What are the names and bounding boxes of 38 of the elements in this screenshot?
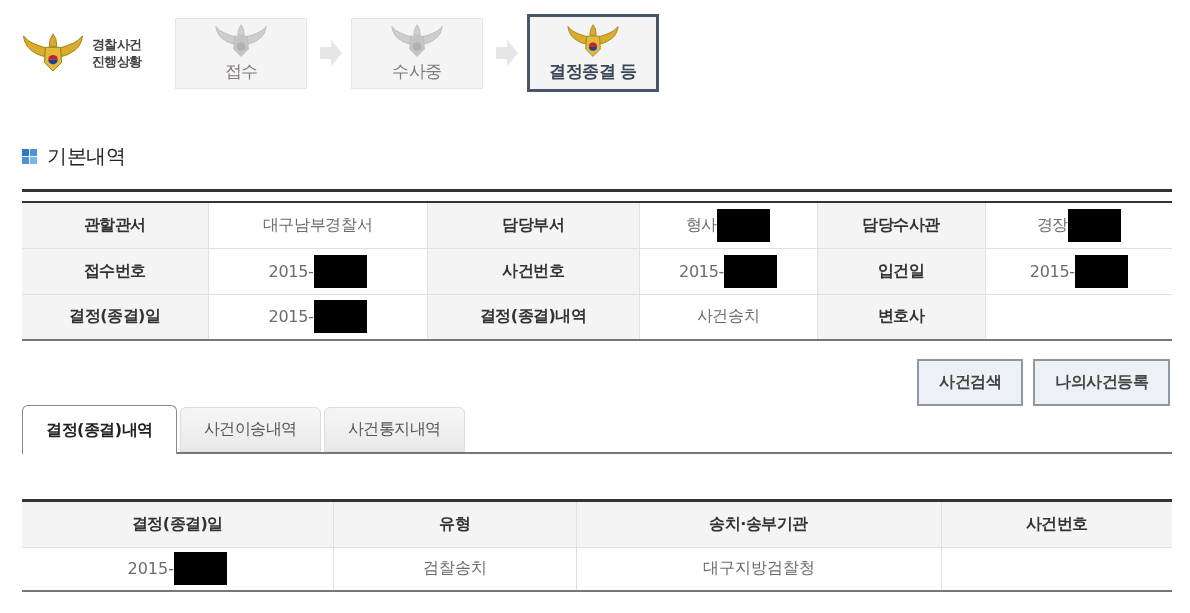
tab[interactable]: 사건통지내역 [323,407,465,452]
field-label: 사건번호 [427,248,639,294]
winged-emblem-icon [215,23,267,58]
cell-text: 경장 [1036,214,1068,236]
cell-text: 2015- [268,307,314,327]
column-header: 송치·송부기관 [576,500,941,548]
column-header: 결정(종결)일 [22,500,333,548]
action-button[interactable]: 사건검색 [917,359,1023,406]
field-label: 결정(종결)내역 [427,294,639,340]
column-header: 유형 [333,500,576,548]
logo-title: 경찰사건 진행상황 [92,36,142,70]
column-header: 사건번호 [941,500,1172,548]
winged-emblem-icon [391,23,443,58]
field-value: 대구남부경찰서 [208,202,427,248]
step-label: 접수 [224,59,258,83]
field-label: 담당부서 [427,202,639,248]
winged-emblem-icon [22,33,84,73]
field-label: 결정(종결)일 [22,294,208,340]
field-label: 입건일 [817,248,985,294]
field-label: 접수번호 [22,248,208,294]
cell-text: 2015- [127,559,174,579]
section-title: 기본내역 [47,142,125,170]
tab[interactable]: 결정(종결)내역 [22,405,177,454]
winged-emblem-icon [567,23,619,58]
step-label: 결정종결 등 [549,59,637,83]
cell-text: 2015- [268,261,314,281]
field-label: 관할관서 [22,202,208,248]
action-button[interactable]: 나의사건등록 [1033,359,1170,406]
cell-text: 2015- [679,261,724,281]
arrow-right-icon [496,40,518,66]
step-label: 수사중 [392,59,442,83]
field-label: 변호사 [817,294,985,340]
tab[interactable]: 사건이송내역 [179,407,321,452]
field-label: 담당수사관 [817,202,985,248]
arrow-right-icon [320,40,342,66]
cell-text: 형사 [685,214,718,236]
grid-icon [22,148,37,164]
cell-text: 2015- [1029,261,1075,281]
